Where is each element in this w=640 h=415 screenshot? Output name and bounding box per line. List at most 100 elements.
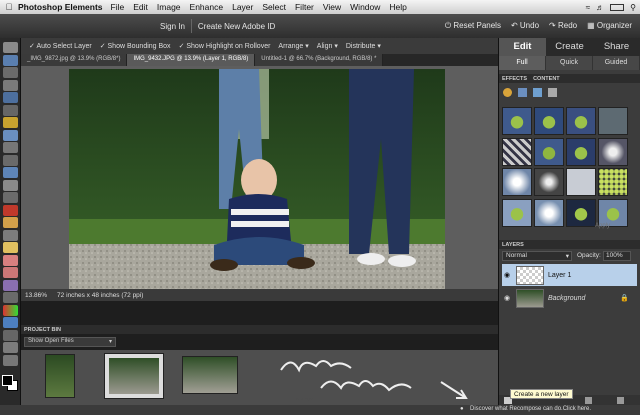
photo-effects-icon[interactable] bbox=[533, 88, 542, 97]
tab-create[interactable]: Create bbox=[546, 38, 593, 56]
menu-filter[interactable]: Filter bbox=[295, 2, 314, 12]
menu-edit[interactable]: Edit bbox=[133, 2, 148, 12]
eye-icon[interactable]: ◉ bbox=[502, 271, 512, 279]
bin-thumbnail-selected[interactable] bbox=[104, 353, 164, 399]
effect-thumbnail[interactable] bbox=[598, 137, 628, 166]
project-bin-select[interactable]: Show Open Files ▾ bbox=[24, 337, 116, 347]
sharpen-tool-icon[interactable] bbox=[3, 354, 18, 366]
effect-thumbnail[interactable] bbox=[566, 168, 596, 196]
menu-enhance[interactable]: Enhance bbox=[190, 2, 224, 12]
sponge-tool-icon[interactable] bbox=[3, 342, 18, 353]
blend-mode-select[interactable]: Normal ▾ bbox=[502, 251, 572, 261]
canvas-area[interactable] bbox=[21, 66, 498, 317]
volume-icon[interactable]: ♬ bbox=[596, 3, 604, 12]
menu-layer[interactable]: Layer bbox=[232, 2, 253, 12]
lock-all-icon[interactable] bbox=[617, 397, 624, 404]
apply-button[interactable]: Apply bbox=[595, 223, 610, 229]
effect-thumbnail[interactable] bbox=[502, 107, 532, 135]
tab-edit[interactable]: Edit bbox=[499, 38, 546, 56]
eye-icon[interactable]: ◉ bbox=[502, 294, 512, 302]
layer-row[interactable]: ◉ Background 🔒 bbox=[502, 287, 637, 309]
menu-select[interactable]: Select bbox=[262, 2, 286, 12]
blur-tool-icon[interactable] bbox=[3, 329, 18, 341]
foreground-color-swatch[interactable] bbox=[2, 375, 13, 386]
tab-guided[interactable]: Guided bbox=[593, 56, 640, 70]
align-dropdown[interactable]: Align ▾ bbox=[317, 42, 338, 50]
spotlight-icon[interactable]: ⚲ bbox=[630, 3, 636, 12]
battery-icon[interactable] bbox=[610, 3, 625, 11]
tab-share[interactable]: Share bbox=[593, 38, 640, 56]
effect-thumbnail[interactable] bbox=[502, 198, 532, 227]
redo-button[interactable]: ↷ Redo bbox=[549, 21, 577, 31]
quick-selection-tool-icon[interactable] bbox=[3, 129, 18, 141]
tab-quick[interactable]: Quick bbox=[546, 56, 593, 70]
tab-full[interactable]: Full bbox=[499, 56, 546, 70]
effect-thumbnail[interactable] bbox=[502, 168, 532, 196]
effect-thumbnail[interactable] bbox=[598, 168, 628, 196]
effect-thumbnail[interactable] bbox=[566, 137, 596, 166]
apple-icon[interactable]:  bbox=[0, 2, 18, 12]
straighten-tool-icon[interactable] bbox=[3, 192, 18, 203]
undo-button[interactable]: ↶ Undo bbox=[511, 21, 539, 31]
recompose-tool-icon[interactable] bbox=[3, 167, 18, 178]
tab-img-9432[interactable]: IMG_9432.JPG @ 13.9% (Layer 1, RGB/8) bbox=[127, 54, 256, 66]
document-photo[interactable] bbox=[69, 69, 445, 317]
eraser-tool-icon[interactable] bbox=[3, 254, 18, 266]
wifi-icon[interactable]: ≈ bbox=[586, 3, 590, 12]
organizer-button[interactable]: ▦ Organizer bbox=[587, 21, 632, 31]
filters-icon[interactable] bbox=[503, 88, 512, 97]
reset-panels-button[interactable]: ⏻ Reset Panels bbox=[445, 21, 501, 31]
layer-name[interactable]: Background bbox=[548, 295, 585, 302]
effect-thumbnail[interactable] bbox=[534, 198, 564, 227]
gradient-tool-icon[interactable] bbox=[3, 304, 18, 316]
menu-image[interactable]: Image bbox=[157, 2, 181, 12]
menu-file[interactable]: File bbox=[111, 2, 125, 12]
red-eye-tool-icon[interactable] bbox=[3, 204, 18, 216]
paint-bucket-tool-icon[interactable] bbox=[3, 292, 18, 303]
distribute-dropdown[interactable]: Distribute ▾ bbox=[346, 42, 381, 50]
move-tool-icon[interactable] bbox=[3, 42, 18, 53]
tab-img-9872[interactable]: _IMG_9872.jpg @ 13.9% (RGB/8*) bbox=[21, 54, 128, 66]
eyedropper-tool-icon[interactable] bbox=[3, 79, 18, 91]
tab-untitled-1[interactable]: Untitled-1 @ 66.7% (Background, RGB/8) * bbox=[255, 54, 384, 66]
effect-thumbnail[interactable] bbox=[566, 198, 596, 227]
effect-thumbnail[interactable] bbox=[534, 107, 564, 135]
show-bounding-box-checkbox[interactable]: ✓ Show Bounding Box bbox=[100, 42, 171, 50]
delete-layer-icon[interactable] bbox=[585, 397, 592, 404]
marquee-tool-icon[interactable] bbox=[3, 92, 18, 103]
sign-in-link[interactable]: Sign In bbox=[160, 22, 185, 31]
layer-name[interactable]: Layer 1 bbox=[548, 272, 571, 279]
show-all-icon[interactable] bbox=[548, 88, 557, 97]
create-id-link[interactable]: Create New Adobe ID bbox=[198, 22, 275, 31]
effect-thumbnail[interactable] bbox=[534, 137, 564, 166]
layer-styles-icon[interactable] bbox=[518, 88, 527, 97]
recompose-tip-link[interactable]: Discover what Recompose can do.Click her… bbox=[470, 406, 591, 412]
healing-brush-tool-icon[interactable] bbox=[3, 217, 18, 228]
layer-row-selected[interactable]: ◉ Layer 1 bbox=[502, 264, 637, 286]
lasso-tool-icon[interactable] bbox=[3, 104, 18, 116]
smart-brush-tool-icon[interactable] bbox=[3, 279, 18, 291]
zoom-level[interactable]: 13.86% bbox=[25, 292, 47, 299]
arrange-dropdown[interactable]: Arrange ▾ bbox=[278, 42, 308, 50]
clone-stamp-tool-icon[interactable] bbox=[3, 229, 18, 241]
effect-thumbnail[interactable] bbox=[534, 168, 564, 196]
cookie-cutter-tool-icon[interactable] bbox=[3, 179, 18, 191]
pencil-tool-icon[interactable] bbox=[3, 242, 18, 253]
bin-thumbnail[interactable] bbox=[45, 354, 75, 398]
tab-content[interactable]: CONTENT bbox=[533, 76, 560, 82]
opacity-input[interactable]: 100% bbox=[603, 251, 631, 261]
menu-window[interactable]: Window bbox=[350, 2, 380, 12]
zoom-tool-icon[interactable] bbox=[3, 54, 18, 66]
effect-thumbnail[interactable] bbox=[598, 107, 628, 135]
brush-tool-icon[interactable] bbox=[3, 267, 18, 278]
auto-select-layer-checkbox[interactable]: ✓ Auto Select Layer bbox=[29, 42, 92, 50]
type-tool-icon[interactable] bbox=[3, 142, 18, 153]
crop-tool-icon[interactable] bbox=[3, 154, 18, 166]
menu-view[interactable]: View bbox=[323, 2, 341, 12]
effect-thumbnail[interactable] bbox=[566, 107, 596, 135]
hand-tool-icon[interactable] bbox=[3, 67, 18, 78]
magic-wand-tool-icon[interactable] bbox=[3, 117, 18, 128]
app-name-menu[interactable]: Photoshop Elements bbox=[18, 2, 103, 12]
effect-thumbnail[interactable] bbox=[502, 137, 532, 166]
show-highlight-checkbox[interactable]: ✓ Show Highlight on Rollover bbox=[179, 42, 271, 50]
